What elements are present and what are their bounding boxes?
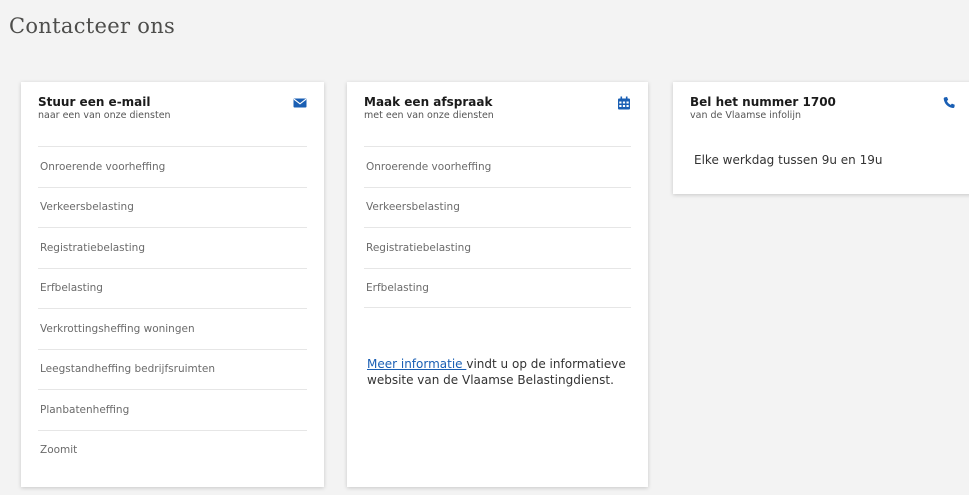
appointment-card-subtitle: met een van onze diensten [364,110,494,121]
email-card-title: Stuur een e-mail [38,95,151,109]
appointment-card-header: Maak een afspraak met een van onze diens… [364,95,631,145]
more-info-link[interactable]: Meer informatie [367,357,466,371]
email-services-list: Onroerende voorheffing Verkeersbelasting… [38,146,307,470]
list-item[interactable]: Verkeersbelasting [364,186,631,228]
list-item[interactable]: Onroerende voorheffing [38,146,307,187]
list-item[interactable]: Registratiebelasting [364,227,631,268]
page-title: Contacteer ons [9,14,176,38]
list-item[interactable]: Erfbelasting [38,267,307,309]
phone-hours: Elke werkdag tussen 9u en 19u [694,153,883,167]
list-item[interactable]: Onroerende voorheffing [364,146,631,187]
email-card-subtitle: naar een van onze diensten [38,110,171,121]
phone-card-subtitle: van de Vlaamse infolijn [690,110,801,121]
appointment-card-title: Maak een afspraak [364,95,493,109]
more-info-text: Meer informatie vindt u op de informatie… [367,356,626,388]
email-card: Stuur een e-mail naar een van onze diens… [21,82,324,487]
list-item[interactable]: Planbatenheffing [38,389,307,430]
phone-icon [942,95,956,109]
calendar-icon [617,95,631,110]
phone-card: Bel het nummer 1700 van de Vlaamse infol… [673,82,969,194]
list-item[interactable]: Erfbelasting [364,267,631,308]
appointment-card: Maak een afspraak met een van onze diens… [347,82,648,487]
appointment-services-list: Onroerende voorheffing Verkeersbelasting… [364,146,631,308]
email-card-header: Stuur een e-mail naar een van onze diens… [38,95,307,145]
phone-card-title: Bel het nummer 1700 [690,95,836,109]
list-item[interactable]: Verkeersbelasting [38,186,307,228]
list-item[interactable]: Leegstandheffing bedrijfsruimten [38,348,307,390]
envelope-icon [293,95,307,109]
list-item[interactable]: Verkrottingsheffing woningen [38,308,307,349]
list-item[interactable]: Registratiebelasting [38,227,307,268]
list-item[interactable]: Zoomit [38,429,307,471]
page: Contacteer ons Stuur een e-mail naar een… [0,0,969,495]
phone-card-header: Bel het nummer 1700 van de Vlaamse infol… [690,95,956,145]
